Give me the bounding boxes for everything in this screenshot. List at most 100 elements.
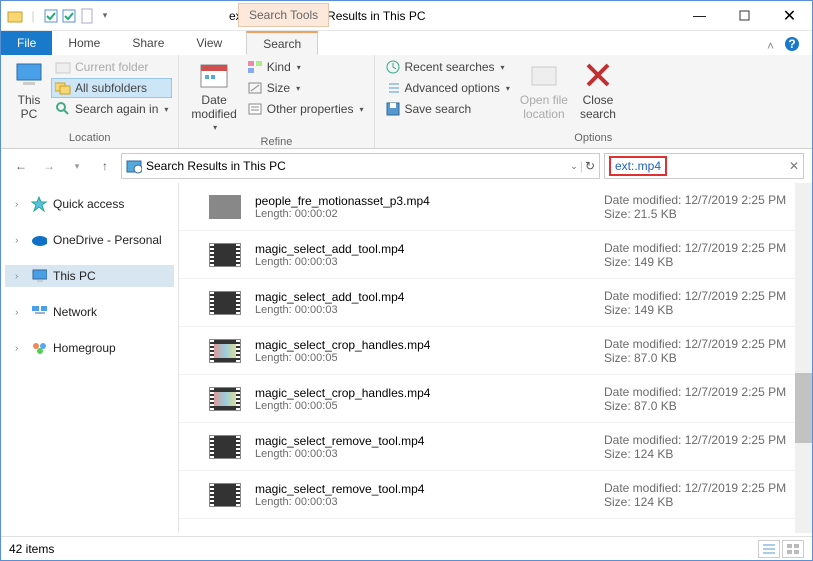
details-view-button[interactable] xyxy=(758,540,780,558)
advanced-options-button[interactable]: Advanced options▾ xyxy=(381,78,514,98)
result-meta: Date modified: 12/7/2019 2:25 PMSize: 87… xyxy=(604,337,804,365)
search-input[interactable]: ext:.mp4 ✕ xyxy=(604,153,804,179)
chevron-down-icon: ▾ xyxy=(164,105,168,114)
file-size: Size: 21.5 KB xyxy=(604,207,804,221)
result-info: people_fre_motionasset_p3.mp4Length: 00:… xyxy=(255,194,604,220)
chevron-right-icon[interactable]: › xyxy=(15,271,25,282)
chevron-down-icon: ▾ xyxy=(506,84,510,93)
other-properties-button[interactable]: Other properties▾ xyxy=(243,99,368,119)
result-row[interactable]: magic_select_crop_handles.mp4Length: 00:… xyxy=(179,375,812,423)
kind-button[interactable]: Kind▾ xyxy=(243,57,368,77)
this-pc-label: This PC xyxy=(18,93,41,121)
calendar-icon xyxy=(198,59,230,91)
navigation-pane[interactable]: ›Quick access›OneDrive - Personal›This P… xyxy=(1,183,179,533)
file-name: people_fre_motionasset_p3.mp4 xyxy=(255,194,604,208)
address-bar[interactable]: Search Results in This PC ⌄ | ↻ xyxy=(121,153,600,179)
homegroup-icon xyxy=(31,340,47,356)
status-bar: 42 items xyxy=(1,536,812,560)
tab-share[interactable]: Share xyxy=(116,31,180,55)
titlebar: | ▾ Search Tools ext:.mp4 - Search Resul… xyxy=(1,1,812,31)
video-thumbnail xyxy=(209,195,241,219)
close-search-button[interactable]: Close search xyxy=(574,57,622,123)
result-row[interactable]: magic_select_crop_handles.mp4Length: 00:… xyxy=(179,327,812,375)
chevron-right-icon[interactable]: › xyxy=(15,307,25,318)
contextual-tab-label: Search Tools xyxy=(238,3,329,27)
list-icon xyxy=(385,80,401,96)
kind-icon xyxy=(247,59,263,75)
file-name: magic_select_crop_handles.mp4 xyxy=(255,386,604,400)
this-pc-button[interactable]: This PC xyxy=(7,57,51,123)
tab-home[interactable]: Home xyxy=(52,31,116,55)
refresh-icon[interactable]: ↻ xyxy=(585,159,595,173)
search-folder-icon xyxy=(126,158,142,174)
tab-file[interactable]: File xyxy=(1,31,52,55)
icons-view-button[interactable] xyxy=(782,540,804,558)
result-info: magic_select_add_tool.mp4Length: 00:00:0… xyxy=(255,290,604,316)
minimize-button[interactable]: — xyxy=(677,1,722,30)
results-list[interactable]: people_fre_motionasset_p3.mp4Length: 00:… xyxy=(179,183,812,533)
file-size: Size: 87.0 KB xyxy=(604,399,804,413)
size-icon xyxy=(247,80,263,96)
result-row[interactable]: magic_select_remove_tool.mp4Length: 00:0… xyxy=(179,471,812,519)
pc-icon xyxy=(13,59,45,91)
ribbon: This PC Current folder All subfolders Se… xyxy=(1,55,812,149)
tab-view[interactable]: View xyxy=(180,31,238,55)
file-length: Length: 00:00:02 xyxy=(255,208,604,220)
maximize-button[interactable] xyxy=(722,1,767,30)
history-dropdown[interactable]: ▾ xyxy=(65,154,89,178)
folders-icon xyxy=(55,80,71,96)
result-meta: Date modified: 12/7/2019 2:25 PMSize: 14… xyxy=(604,241,804,269)
file-name: magic_select_add_tool.mp4 xyxy=(255,290,604,304)
tab-search[interactable]: Search xyxy=(246,31,318,55)
sidebar-item-onedrive---personal[interactable]: ›OneDrive - Personal xyxy=(5,229,174,251)
file-date: Date modified: 12/7/2019 2:25 PM xyxy=(604,433,804,447)
doc-icon[interactable] xyxy=(79,8,95,24)
file-date: Date modified: 12/7/2019 2:25 PM xyxy=(604,481,804,495)
address-dropdown-icon[interactable]: ⌄ xyxy=(570,161,578,172)
chevron-right-icon[interactable]: › xyxy=(15,199,25,210)
ribbon-tabs: File Home Share View Search ˄ ? xyxy=(1,31,812,55)
sidebar-item-label: This PC xyxy=(53,269,96,283)
chevron-right-icon[interactable]: › xyxy=(15,343,25,354)
file-size: Size: 124 KB xyxy=(604,447,804,461)
breadcrumb[interactable]: Search Results in This PC xyxy=(146,159,286,173)
file-date: Date modified: 12/7/2019 2:25 PM xyxy=(604,337,804,351)
chevron-right-icon[interactable]: › xyxy=(15,235,25,246)
size-button[interactable]: Size▾ xyxy=(243,78,368,98)
chevron-down-icon: ▾ xyxy=(501,63,505,72)
search-again-button[interactable]: Search again in▾ xyxy=(51,99,172,119)
sidebar-item-quick-access[interactable]: ›Quick access xyxy=(5,193,174,215)
result-info: magic_select_add_tool.mp4Length: 00:00:0… xyxy=(255,242,604,268)
result-row[interactable]: magic_select_add_tool.mp4Length: 00:00:0… xyxy=(179,231,812,279)
save-search-button[interactable]: Save search xyxy=(381,99,514,119)
date-modified-button[interactable]: Date modified▾ xyxy=(185,57,242,134)
scrollbar-thumb[interactable] xyxy=(795,373,812,443)
result-row[interactable]: people_fre_motionasset_p3.mp4Length: 00:… xyxy=(179,183,812,231)
star-icon xyxy=(31,196,47,212)
result-row[interactable]: magic_select_remove_tool.mp4Length: 00:0… xyxy=(179,423,812,471)
qat-sep: | xyxy=(25,8,41,24)
scrollbar[interactable] xyxy=(795,183,812,533)
result-info: magic_select_crop_handles.mp4Length: 00:… xyxy=(255,338,604,364)
back-button[interactable]: ← xyxy=(9,154,33,178)
result-info: magic_select_crop_handles.mp4Length: 00:… xyxy=(255,386,604,412)
all-subfolders-button[interactable]: All subfolders xyxy=(51,78,172,98)
sidebar-item-network[interactable]: ›Network xyxy=(5,301,174,323)
sidebar-item-label: Homegroup xyxy=(53,341,116,355)
sidebar-item-homegroup[interactable]: › Homegroup xyxy=(5,337,174,359)
file-size: Size: 87.0 KB xyxy=(604,351,804,365)
open-file-location-button: Open file location xyxy=(514,57,574,123)
window-title: ext:.mp4 - Search Results in This PC xyxy=(119,9,677,23)
checkbox-icon[interactable] xyxy=(43,8,59,24)
sidebar-item-this-pc[interactable]: › This PC xyxy=(5,265,174,287)
qat-dropdown-icon[interactable]: ▾ xyxy=(97,8,113,24)
up-button[interactable]: ↑ xyxy=(93,154,117,178)
clear-search-icon[interactable]: ✕ xyxy=(789,159,799,173)
file-length: Length: 00:00:05 xyxy=(255,400,604,412)
help-icon[interactable]: ? xyxy=(784,36,800,55)
result-row[interactable]: magic_select_add_tool.mp4Length: 00:00:0… xyxy=(179,279,812,327)
checkbox-icon-2[interactable] xyxy=(61,8,77,24)
collapse-ribbon-icon[interactable]: ˄ xyxy=(767,39,774,53)
recent-searches-button[interactable]: Recent searches▾ xyxy=(381,57,514,77)
close-button[interactable]: ✕ xyxy=(767,1,812,30)
